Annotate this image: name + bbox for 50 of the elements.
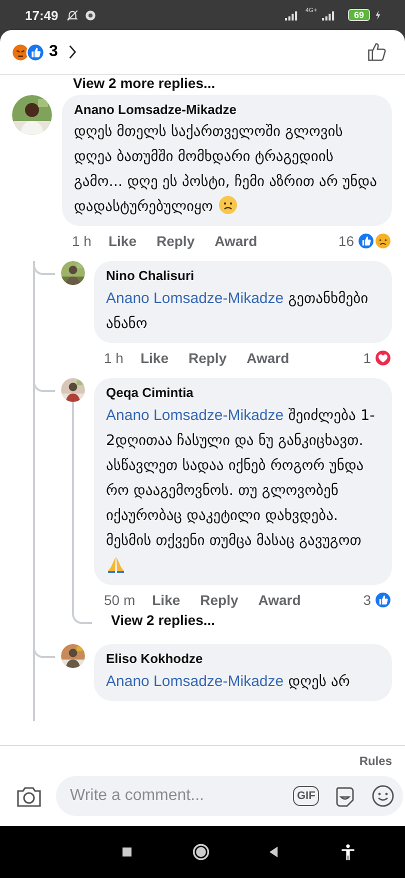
love-reaction-icon <box>374 349 392 367</box>
mention-link[interactable]: Anano Lomsadze-Mikadze <box>106 407 284 424</box>
rules-link[interactable]: Rules <box>359 754 392 768</box>
reaction-count: 1 <box>363 350 371 366</box>
comment-text: Anano Lomsadze-Mikadze შეიძლება 1-2დღითაა ჩასული და ნუ განკიცხავთ. ასწავლეთ სადაა იქნებ როგორ უნდა რო დააგემოვნოს. თუ გლოვობენ იქაურობაც დაკეტილი დახვდება. მესმის თქვენი თუმცა მასაც გავუგოთ <box>106 403 380 579</box>
signal-icon <box>322 10 337 20</box>
reaction-count: 3 <box>363 592 371 608</box>
like-reaction-icon <box>357 232 375 250</box>
charging-icon <box>375 10 381 20</box>
like-icon[interactable] <box>366 41 388 63</box>
status-time: 17:49 <box>25 8 58 22</box>
chevron-right-icon[interactable] <box>68 44 77 60</box>
comment-time: 50 m <box>104 592 136 608</box>
home-icon[interactable] <box>192 843 210 861</box>
like-reaction-icon <box>374 591 392 609</box>
comment-text: დღეს მთელს საქართველოში გლოვის დღეა ბათუმში მომხდარი ტრაგედიის გამო... დღე ეს პოსტი, ჩემი აზრით არ უნდა დადასტურებულიყო <box>74 122 378 217</box>
comment-action-link[interactable]: Like <box>140 350 168 366</box>
comment-action-link[interactable]: Like <box>108 233 136 249</box>
gif-button[interactable]: GIF <box>293 786 320 806</box>
comment-action-link[interactable]: Reply <box>200 592 238 608</box>
muted-bell-icon <box>66 8 80 22</box>
view-replies-link[interactable]: View 2 replies... <box>111 612 216 628</box>
emoji-icon[interactable] <box>371 784 396 808</box>
view-more-replies-link[interactable]: View 2 more replies... <box>73 75 216 91</box>
comment-input-field[interactable]: Write a comment... GIF <box>56 776 404 816</box>
like-reaction-icon <box>26 42 45 62</box>
mention-link[interactable]: Anano Lomsadze-Mikadze <box>106 290 284 307</box>
comment-time: 1 h <box>104 350 124 366</box>
sad-reaction-icon <box>374 232 392 250</box>
app-notification-icon <box>84 8 98 22</box>
comment-action-link[interactable]: Award <box>258 592 301 608</box>
commenter-name[interactable]: Eliso Kokhodze <box>106 651 380 666</box>
mention-link[interactable]: Anano Lomsadze-Mikadze <box>106 673 284 690</box>
comment-action-link[interactable]: Award <box>246 350 290 366</box>
comment-text: Anano Lomsadze-Mikadze დღეს არ <box>106 672 351 692</box>
reaction-count: 3 <box>49 43 58 61</box>
commenter-name[interactable]: Anano Lomsadze-Mikadze <box>74 102 380 117</box>
comment-action-link[interactable]: Reply <box>188 350 227 366</box>
camera-icon[interactable] <box>16 784 42 808</box>
comment-text: Anano Lomsadze-Mikadze გეთანხმები ანანო <box>106 289 370 334</box>
comment-action-link[interactable]: Reply <box>156 233 195 249</box>
battery-level: 69 <box>348 9 370 21</box>
accessibility-icon[interactable] <box>339 843 358 861</box>
commenter-name[interactable]: Nino Chalisuri <box>106 268 380 283</box>
comment-time: 1 h <box>72 233 92 249</box>
commenter-name[interactable]: Qeqa Cimintia <box>106 385 380 400</box>
frowning-emoji-icon <box>218 195 238 215</box>
comment-action-link[interactable]: Like <box>152 592 180 608</box>
reaction-count: 16 <box>338 233 354 249</box>
comment-action-link[interactable]: Award <box>214 233 258 249</box>
